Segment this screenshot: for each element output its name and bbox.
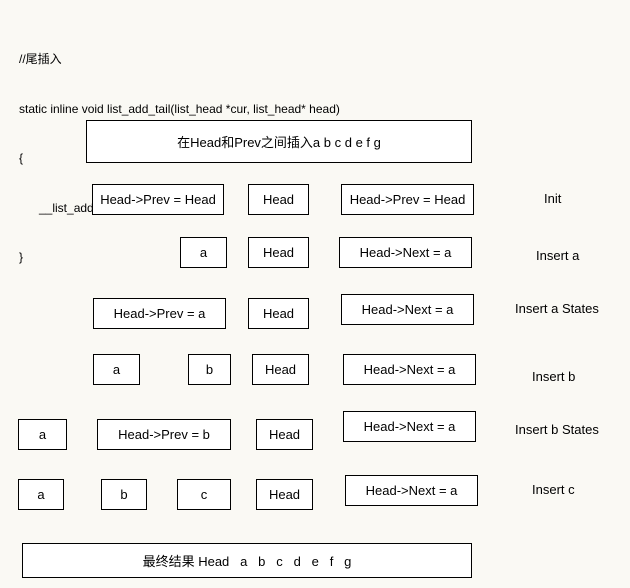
insert-c-node-c: c: [177, 479, 231, 510]
insert-b-states-head-next-box: Head->Next = a: [343, 411, 476, 442]
insert-c-label: Insert c: [532, 482, 575, 497]
insert-b-states-label: Insert b States: [515, 422, 599, 437]
insert-a-node-a: a: [180, 237, 227, 268]
insert-c-head-next-box: Head->Next = a: [345, 475, 478, 506]
result-box: 最终结果 Head a b c d e f g: [22, 543, 472, 578]
insert-b-states-head-box: Head: [256, 419, 313, 450]
code-signature: static inline void list_add_tail(list_he…: [19, 101, 340, 116]
init-label: Init: [544, 191, 562, 206]
insert-a-states-label: Insert a States: [515, 301, 599, 316]
insert-b-head-next-box: Head->Next = a: [343, 354, 476, 385]
insert-a-states-head-prev-box: Head->Prev = a: [93, 298, 226, 329]
insert-b-head-box: Head: [252, 354, 309, 385]
insert-a-head-next-box: Head->Next = a: [339, 237, 472, 268]
init-head-prev-state-box: Head->Prev = Head: [341, 184, 474, 215]
insert-c-node-b: b: [101, 479, 147, 510]
init-head-box: Head: [248, 184, 309, 215]
insert-a-label: Insert a: [536, 248, 580, 263]
insert-a-states-head-box: Head: [248, 298, 309, 329]
insert-c-node-a: a: [18, 479, 64, 510]
init-head-prev-box: Head->Prev = Head: [92, 184, 224, 215]
insert-a-head-box: Head: [248, 237, 309, 268]
insert-b-label: Insert b: [532, 369, 576, 384]
insert-a-states-head-next-box: Head->Next = a: [341, 294, 474, 325]
insert-b-node-a: a: [93, 354, 140, 385]
title-box: 在Head和Prev之间插入a b c d e f g: [86, 120, 472, 163]
insert-b-states-node-a: a: [18, 419, 67, 450]
insert-b-states-head-prev-box: Head->Prev = b: [97, 419, 231, 450]
insert-b-node-b: b: [188, 354, 231, 385]
code-comment: //尾插入: [19, 52, 62, 66]
insert-c-head-box: Head: [256, 479, 313, 510]
